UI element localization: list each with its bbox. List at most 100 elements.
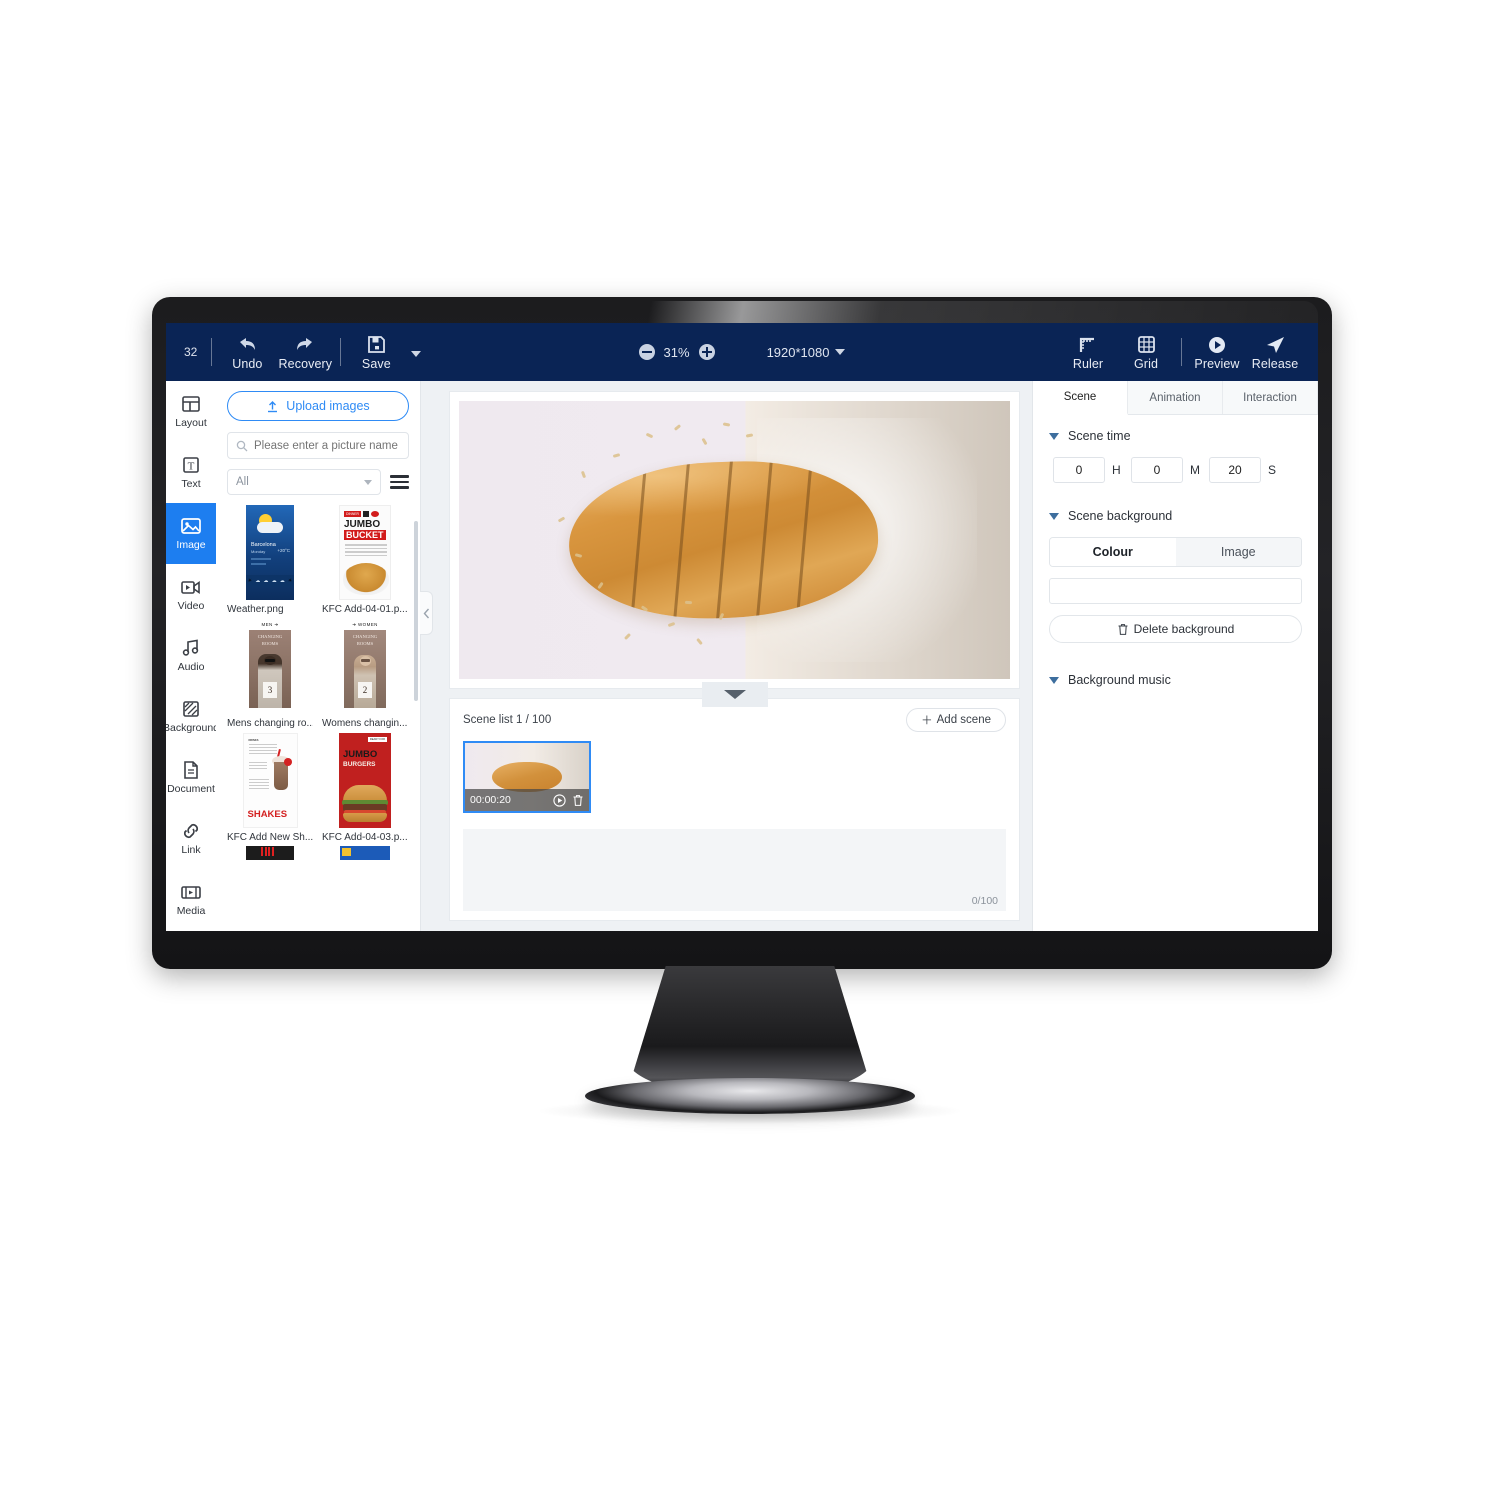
sidebar-label-layout: Layout xyxy=(175,417,207,429)
undo-icon xyxy=(236,334,258,356)
save-button[interactable]: Save xyxy=(347,323,405,381)
svg-text:T: T xyxy=(188,461,195,473)
chevron-left-icon xyxy=(423,608,429,618)
canvas-image[interactable] xyxy=(459,401,1010,679)
list-item[interactable]: ➜ WOMEN CHANGING ROOMS 2 Womens changin.… xyxy=(322,618,408,729)
add-scene-button[interactable]: ＋ Add scene xyxy=(906,708,1006,732)
sidebar-item-image[interactable]: Image xyxy=(166,503,216,564)
thumbnail-image: Barcelona Monday +20°C ☀ ☁ ☁ ☁ ☁ ☀ xyxy=(227,504,313,601)
preview-label: Preview xyxy=(1194,356,1240,371)
sidebar-item-audio[interactable]: Audio xyxy=(166,625,216,686)
scene-drop-zone[interactable]: 0/100 xyxy=(463,829,1006,911)
scene-play-icon[interactable] xyxy=(553,793,566,807)
thumbnail-name: Mens changing ro... xyxy=(227,718,313,729)
save-dropdown-caret-icon[interactable] xyxy=(411,351,422,357)
background-image-tab[interactable]: Image xyxy=(1175,538,1301,566)
delete-background-button[interactable]: Delete background xyxy=(1049,615,1302,643)
thumbnail-image: DINNER JUMBO BUCKET xyxy=(322,504,408,601)
upload-icon xyxy=(266,400,279,413)
tab-scene[interactable]: Scene xyxy=(1033,381,1128,415)
preview-button[interactable]: Preview xyxy=(1188,323,1246,381)
sidebar-item-media[interactable]: Media xyxy=(166,869,216,930)
image-library-panel: Upload images All xyxy=(216,381,421,931)
list-view-toggle-icon[interactable] xyxy=(390,475,409,489)
scene-thumbnail[interactable]: 00:00:20 xyxy=(463,741,591,813)
zoom-in-button[interactable] xyxy=(698,344,715,360)
men-tag: MEN xyxy=(261,622,273,627)
background-music-header: Background music xyxy=(1049,673,1302,687)
background-colour-field[interactable] xyxy=(1049,578,1302,604)
search-input[interactable] xyxy=(254,439,400,452)
video-icon xyxy=(180,577,202,597)
background-type-toggle: Colour Image xyxy=(1049,537,1302,567)
sidebar-item-video[interactable]: Video xyxy=(166,564,216,625)
recovery-button[interactable]: Recovery xyxy=(276,323,334,381)
tab-animation[interactable]: Animation xyxy=(1128,381,1223,414)
weather-temp: +20°C xyxy=(277,548,290,553)
thumbnail-grid[interactable]: Barcelona Monday +20°C ☀ ☁ ☁ ☁ ☁ ☀ Weather.pn… xyxy=(227,504,409,931)
resolution-dropdown[interactable]: 1920*1080 xyxy=(767,345,846,360)
scene-hours-input[interactable] xyxy=(1053,457,1105,483)
category-select[interactable]: All xyxy=(227,469,381,495)
sidebar-item-plugin[interactable] xyxy=(166,930,216,931)
grid-button[interactable]: Grid xyxy=(1117,323,1175,381)
list-item[interactable]: DINNER JUMBO BUCKET KFC Add-04-01.p... xyxy=(322,504,408,615)
upload-images-label: Upload images xyxy=(286,399,370,413)
list-item[interactable] xyxy=(322,846,408,860)
toolbar-right-group: Ruler Grid Preview Release xyxy=(1059,323,1318,381)
ruler-button[interactable]: Ruler xyxy=(1059,323,1117,381)
save-icon xyxy=(367,334,386,356)
seconds-unit-label: S xyxy=(1268,463,1277,477)
scene-background-header: Scene background xyxy=(1049,509,1302,523)
grid-label: Grid xyxy=(1133,356,1158,371)
release-button[interactable]: Release xyxy=(1246,323,1304,381)
panel-scrollbar[interactable] xyxy=(414,521,418,701)
list-item[interactable]: MEN ➜ CHANGING ROOMS 3 Mens changing ro.… xyxy=(227,618,313,729)
list-item[interactable]: READY FOR JUMBO BURGERS KFC Add-04-03.p.… xyxy=(322,732,408,843)
undo-label: Undo xyxy=(232,356,263,371)
weather-day: Monday xyxy=(251,549,266,554)
sidebar-label-document: Document xyxy=(167,783,215,795)
minutes-unit-label: M xyxy=(1190,463,1200,477)
scene-list-area: Scene list 1 / 100 ＋ Add scene 00:00:20 xyxy=(449,682,1020,921)
collapse-panel-handle[interactable] xyxy=(420,591,433,635)
scene-delete-icon[interactable] xyxy=(572,794,584,807)
link-icon xyxy=(180,821,202,841)
canvas-frame xyxy=(449,391,1020,689)
thumbnail-image: MEN ➜ CHANGING ROOMS 3 xyxy=(227,618,313,715)
sidebar-item-link[interactable]: Link xyxy=(166,808,216,869)
list-item[interactable]: DRINKS SHAKES KFC Add New Sh... xyxy=(227,732,313,843)
sidebar-item-background[interactable]: Background xyxy=(166,686,216,747)
ruler-label: Ruler xyxy=(1072,356,1104,371)
zoom-out-button[interactable] xyxy=(638,344,655,360)
shakes-title: SHAKES xyxy=(247,809,288,820)
sidebar-label-media: Media xyxy=(176,905,206,917)
monitor-neck xyxy=(626,966,874,1096)
changing-line1: CHANGING xyxy=(352,634,378,639)
collapse-triangle-icon[interactable] xyxy=(1049,432,1059,440)
tab-interaction[interactable]: Interaction xyxy=(1223,381,1318,414)
collapse-triangle-icon[interactable] xyxy=(1049,676,1059,684)
picture-search-box[interactable] xyxy=(227,432,409,459)
sidebar-item-document[interactable]: Document xyxy=(166,747,216,808)
list-item[interactable] xyxy=(227,846,313,860)
monitor-frame: 32 Undo Recovery Save 31% 1920*1080 Rule… xyxy=(152,297,1332,969)
scene-seconds-input[interactable] xyxy=(1209,457,1261,483)
scene-thumbnail-bar: 00:00:20 xyxy=(465,789,589,811)
toolbar-left-number: 32 xyxy=(184,345,198,359)
sidebar-label-video: Video xyxy=(177,600,205,612)
women-number: 2 xyxy=(358,682,372,698)
upload-images-button[interactable]: Upload images xyxy=(227,391,409,421)
resolution-label: 1920*1080 xyxy=(766,344,830,360)
delete-background-label: Delete background xyxy=(1133,622,1235,636)
collapse-triangle-icon[interactable] xyxy=(1049,512,1059,520)
panel-collapse-tab[interactable] xyxy=(701,682,768,707)
scene-minutes-input[interactable] xyxy=(1131,457,1183,483)
toolbar-divider xyxy=(211,338,213,366)
sidebar-item-text[interactable]: T Text xyxy=(166,442,216,503)
sidebar-item-layout[interactable]: Layout xyxy=(166,381,216,442)
recovery-label: Recovery xyxy=(278,356,333,371)
list-item[interactable]: Barcelona Monday +20°C ☀ ☁ ☁ ☁ ☁ ☀ Weather.pn… xyxy=(227,504,313,615)
background-colour-tab[interactable]: Colour xyxy=(1050,538,1176,566)
undo-button[interactable]: Undo xyxy=(218,323,276,381)
